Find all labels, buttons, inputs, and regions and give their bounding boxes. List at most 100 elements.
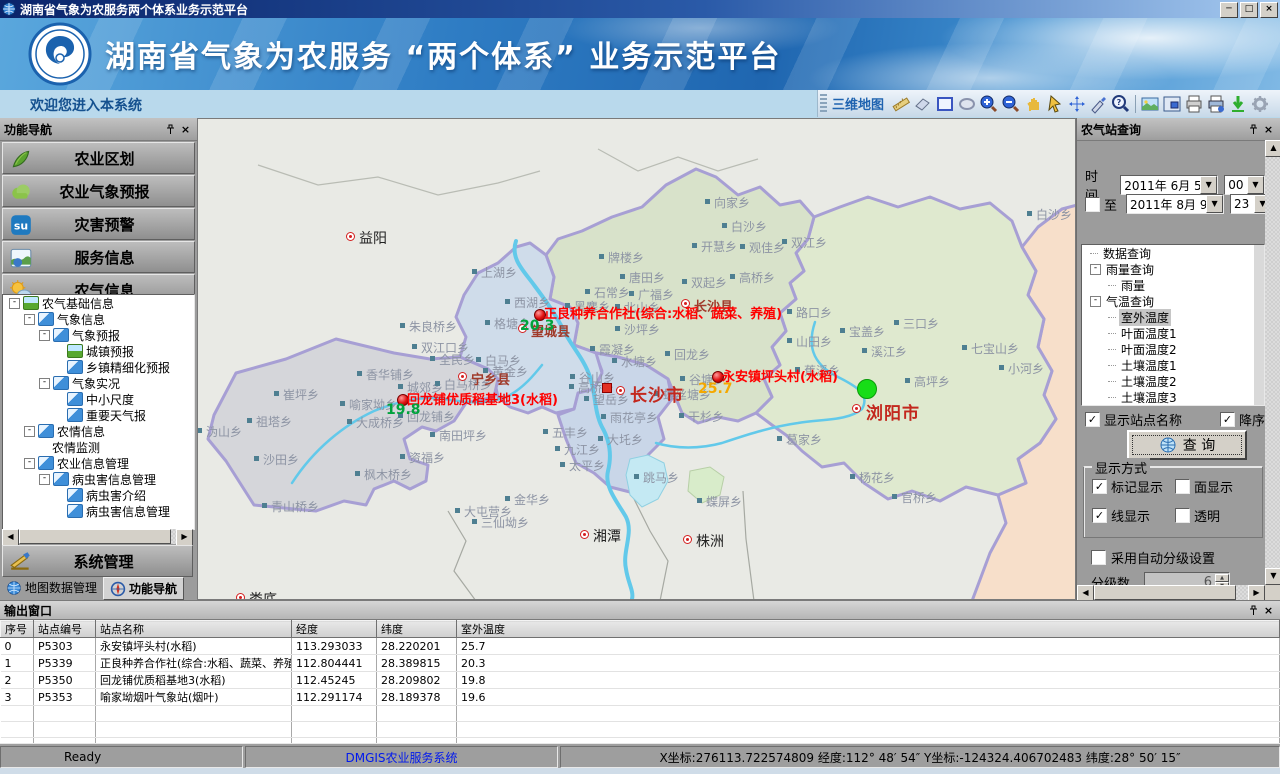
sidebar-tab-2[interactable]: 功能导航 [103, 577, 184, 600]
tree-item[interactable]: 乡镇精细化预报 [3, 359, 194, 375]
close-icon[interactable]: × [1261, 122, 1276, 136]
pin-icon[interactable] [163, 122, 178, 136]
table-row[interactable]: 3P5353喻家坳烟叶气象站(烟叶)112.29117428.18937819.… [1, 689, 1280, 706]
table-row[interactable]: 1P5339正良种养合作社(综合:水稻、蔬菜、养殖)112.80444128.3… [1, 655, 1280, 672]
print-setup-icon[interactable] [1206, 94, 1226, 114]
overview-map-icon[interactable] [1162, 94, 1182, 114]
settings-icon[interactable] [1250, 94, 1270, 114]
query-tree-item[interactable]: 土壤温度4 [1082, 405, 1254, 406]
rect-select-icon[interactable] [935, 94, 955, 114]
station-square-marker[interactable] [602, 383, 612, 393]
checkbox[interactable] [1175, 479, 1190, 494]
tree-item[interactable]: 农情监测 [3, 439, 194, 455]
query-tree-item[interactable]: -雨量查询 [1082, 261, 1254, 277]
zoom-in-icon[interactable] [979, 94, 999, 114]
collapse-icon[interactable]: - [9, 298, 20, 309]
column-header[interactable]: 纬度 [377, 621, 457, 638]
eraser-icon[interactable] [913, 94, 933, 114]
query-tree-item[interactable]: 土壤温度3 [1082, 389, 1254, 405]
hour-to-dropdown[interactable]: 23▼ [1230, 194, 1265, 214]
scroll-left-icon[interactable]: ◀ [2, 529, 19, 546]
pan-icon[interactable] [1023, 94, 1043, 114]
column-header[interactable]: 站点编号 [34, 621, 96, 638]
chevron-down-icon[interactable]: ▼ [1254, 195, 1265, 213]
checkbox[interactable]: ✓ [1092, 508, 1107, 523]
query-tree-item[interactable]: 土壤温度2 [1082, 373, 1254, 389]
tree-hscrollbar[interactable]: ◀ ▶ [2, 529, 193, 544]
grade-count-spinner[interactable]: 6 ▲▼ [1144, 572, 1230, 585]
chevron-down-icon[interactable]: ▼ [1247, 176, 1264, 194]
pin-icon[interactable] [1246, 122, 1261, 136]
date-to-dropdown[interactable]: 2011年 8月 9▼ [1126, 194, 1224, 214]
accordion-item-4[interactable]: 服务信息 [2, 241, 195, 273]
tree-item[interactable]: 城镇预报 [3, 343, 194, 359]
tree-item[interactable]: -气象信息 [3, 311, 194, 327]
station-marker[interactable] [534, 309, 546, 321]
close-button[interactable]: × [1260, 2, 1278, 18]
query-tree-item[interactable]: 叶面温度2 [1082, 341, 1254, 357]
collapse-icon[interactable]: - [39, 330, 50, 341]
hour-from-dropdown[interactable]: 00▼ [1224, 175, 1265, 195]
collapse-icon[interactable]: - [1090, 296, 1101, 307]
scroll-right-icon[interactable]: ▶ [176, 529, 193, 546]
checkbox[interactable]: ✓ [1092, 479, 1107, 494]
panel-vscrollbar[interactable]: ▲ ▼ [1265, 140, 1280, 585]
query-tree-item[interactable]: 土壤温度1 [1082, 357, 1254, 373]
map-3d-button[interactable]: 三维地图 [832, 94, 884, 113]
identify-icon[interactable]: ? [1111, 94, 1131, 114]
table-row[interactable]: 2P5350回龙铺优质稻基地3(水稻)112.4524528.20980219.… [1, 672, 1280, 689]
print-icon[interactable] [1184, 94, 1204, 114]
chevron-down-icon[interactable]: ▼ [1200, 176, 1217, 194]
chevron-down-icon[interactable]: ▼ [1206, 195, 1223, 213]
status-system-link[interactable]: DMGIS农业服务系统 [245, 746, 558, 768]
measure-icon[interactable] [891, 94, 911, 114]
collapse-icon[interactable]: - [1090, 264, 1101, 275]
redraw-icon[interactable] [1089, 94, 1109, 114]
scroll-down-icon[interactable]: ▼ [1265, 568, 1280, 585]
date-from-dropdown[interactable]: 2011年 6月 5▼ [1120, 175, 1218, 195]
checkbox[interactable]: ✓ [1085, 412, 1100, 427]
tree-item[interactable]: 重要天气报 [3, 407, 194, 423]
collapse-icon[interactable]: - [39, 378, 50, 389]
close-icon[interactable]: × [178, 122, 193, 136]
collapse-icon[interactable]: - [24, 314, 35, 325]
collapse-icon[interactable]: - [39, 474, 50, 485]
oval-select-icon[interactable] [957, 94, 977, 114]
accordion-item-3[interactable]: su灾害预警 [2, 208, 195, 240]
table-row[interactable]: 0P5303永安镇坪头村(水稻)113.29303328.22020125.7 [1, 638, 1280, 655]
zoom-out-icon[interactable] [1001, 94, 1021, 114]
query-tree-item[interactable]: 室外温度 [1082, 309, 1254, 325]
pointer-icon[interactable] [1045, 94, 1065, 114]
column-header[interactable]: 序号 [1, 621, 34, 638]
tree-item[interactable]: -气象实况 [3, 375, 194, 391]
tree-item[interactable]: -农业信息管理 [3, 455, 194, 471]
tree-item[interactable]: -农情信息 [3, 423, 194, 439]
to-checkbox[interactable] [1085, 197, 1100, 212]
tree-item[interactable]: -病虫害信息管理 [3, 471, 194, 487]
accordion-item-2[interactable]: 农业气象预报 [2, 175, 195, 207]
query-tree-item[interactable]: -气温查询 [1082, 293, 1254, 309]
scroll-up-icon[interactable]: ▲ [1265, 140, 1280, 157]
close-icon[interactable]: × [1261, 603, 1276, 617]
tree-item[interactable]: -气象预报 [3, 327, 194, 343]
toolbar-grip[interactable] [820, 94, 827, 114]
minimize-button[interactable]: ─ [1220, 2, 1238, 18]
query-tree-item[interactable]: 雨量 [1082, 277, 1254, 293]
full-extent-icon[interactable] [1067, 94, 1087, 114]
accordion-item-1[interactable]: 农业区划 [2, 142, 195, 174]
checkbox[interactable] [1175, 508, 1190, 523]
column-header[interactable]: 站点名称 [96, 621, 292, 638]
download-icon[interactable] [1228, 94, 1248, 114]
tree-item[interactable]: -农气基础信息 [3, 295, 194, 311]
collapse-icon[interactable]: - [24, 426, 35, 437]
column-header[interactable]: 经度 [292, 621, 377, 638]
query-button[interactable]: 查 询 [1127, 430, 1247, 460]
spin-up-icon[interactable]: ▲ [1215, 574, 1229, 582]
tree-item[interactable]: 病虫害信息管理 [3, 503, 194, 519]
auto-grade-checkbox[interactable] [1091, 550, 1106, 565]
export-image-icon[interactable] [1140, 94, 1160, 114]
collapse-icon[interactable]: - [24, 458, 35, 469]
station-marker[interactable] [712, 371, 724, 383]
query-tree-scrollbar[interactable] [1254, 245, 1264, 405]
map-view[interactable]: 上湖乡西湖乡朱良桥乡格塘乡双江口乡全民乡白马乡黄金乡香华铺乡城郊乡白马桥乡喻家坳… [197, 118, 1076, 600]
